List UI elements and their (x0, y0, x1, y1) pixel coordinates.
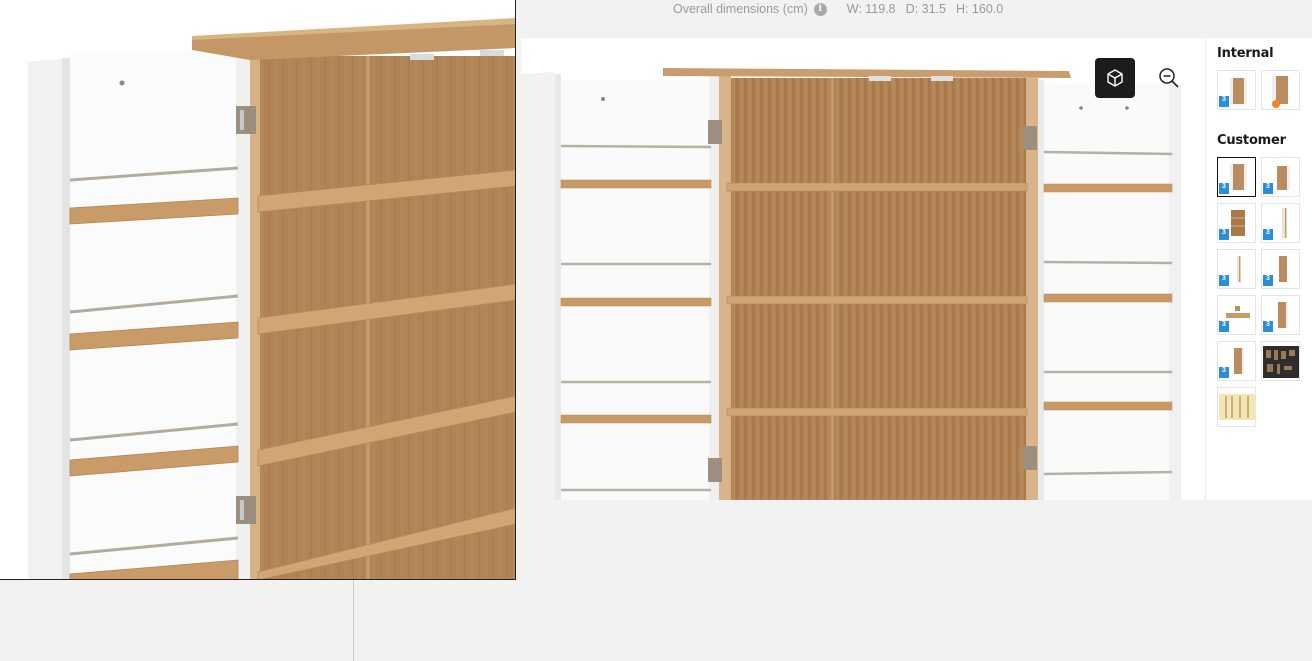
dimension-height: H: 160.0 (955, 2, 1004, 16)
thumbnail-customer-5[interactable]: 3 (1217, 249, 1256, 289)
thumbnail-internal-1[interactable]: 3 (1217, 70, 1256, 110)
main-image-viewer[interactable] (521, 38, 1205, 500)
thumbnail-customer-6[interactable]: 3 (1261, 249, 1300, 289)
bottom-divider (353, 580, 354, 661)
thumbnail-customer-1[interactable]: 3 (1217, 157, 1256, 197)
zoom-lens (0, 0, 516, 580)
3d-badge: 3 (1219, 275, 1229, 286)
cube-icon (1107, 69, 1123, 87)
dimensions-row: Overall dimensions (cm) i W: 119.8 D: 31… (673, 0, 1013, 18)
zoomed-cabinet-image (0, 0, 515, 579)
thumbnail-image (1272, 76, 1288, 108)
3d-badge: 3 (1263, 183, 1273, 194)
thumbnail-customer-11[interactable] (1217, 387, 1256, 427)
cabinet-main-image (521, 68, 1181, 500)
customer-section-title: Customer (1217, 133, 1286, 148)
thumbnail-customer-9[interactable]: 3 (1217, 341, 1256, 381)
3d-badge: 3 (1219, 229, 1229, 240)
thumbnails-panel: Internal 3 Customer 3 3 3 3 3 3 3 3 3 (1205, 38, 1312, 500)
thumbnail-customer-8[interactable]: 3 (1261, 295, 1300, 335)
zoom-out-button[interactable] (1149, 58, 1189, 98)
thumbnail-image (1219, 394, 1255, 420)
view-3d-button[interactable] (1095, 58, 1135, 98)
dimension-width: W: 119.8 (846, 2, 896, 16)
dimensions-bar: Overall dimensions (cm) i W: 119.8 D: 31… (516, 0, 1312, 38)
3d-badge: 3 (1219, 183, 1229, 194)
thumbnail-customer-2[interactable]: 3 (1261, 157, 1300, 197)
3d-badge: 3 (1219, 96, 1229, 107)
dimension-depth: D: 31.5 (905, 2, 946, 16)
internal-section-title: Internal (1217, 46, 1274, 61)
thumbnail-customer-7[interactable]: 3 (1217, 295, 1256, 335)
info-icon[interactable]: i (813, 2, 827, 16)
3d-badge: 3 (1219, 367, 1229, 378)
3d-badge: 3 (1263, 321, 1273, 332)
thumbnail-image (1263, 346, 1299, 378)
3d-badge: 3 (1219, 321, 1229, 332)
thumbnail-customer-4[interactable]: 3 (1261, 203, 1300, 243)
3d-badge: 3 (1263, 229, 1273, 240)
zoom-out-icon (1159, 68, 1179, 88)
thumbnail-internal-2[interactable] (1261, 70, 1300, 110)
thumbnail-customer-10[interactable] (1261, 341, 1300, 381)
3d-badge: 3 (1263, 275, 1273, 286)
thumbnail-customer-3[interactable]: 3 (1217, 203, 1256, 243)
product-viewer-page: Overall dimensions (cm) i W: 119.8 D: 31… (0, 0, 1312, 661)
dimensions-label: Overall dimensions (cm) (673, 2, 808, 16)
